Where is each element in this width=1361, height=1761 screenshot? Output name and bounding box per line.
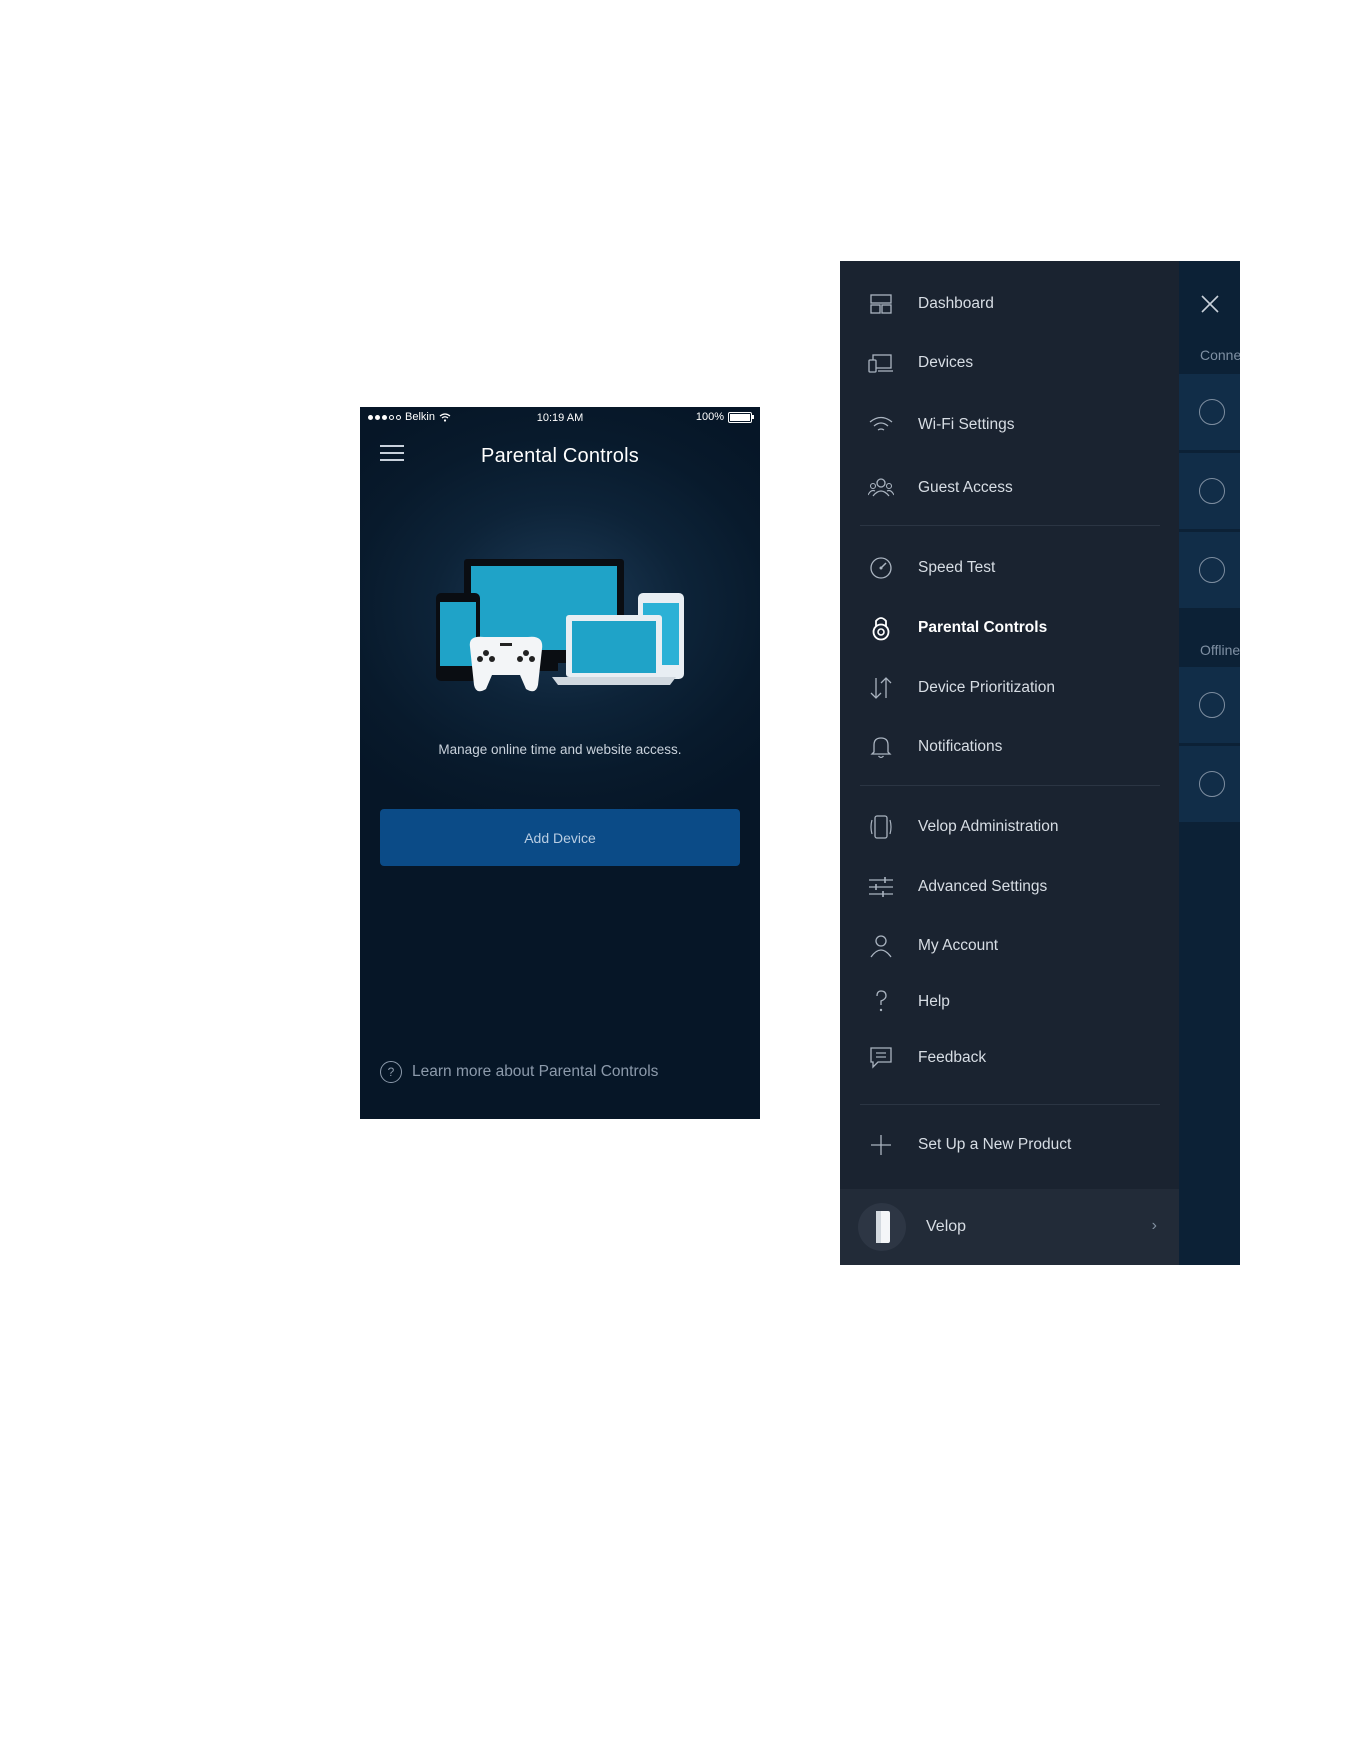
nav-label-set-up-new-product: Set Up a New Product [918,1136,1072,1153]
device-circle-icon [1199,692,1225,718]
wifi-icon [869,416,893,431]
product-label: Velop [926,1218,967,1235]
battery-icon [728,411,754,423]
nav-item-guest-access[interactable]: Guest Access [840,466,1179,510]
nav-label-help: Help [918,993,950,1010]
lock-icon [872,617,890,641]
nav-item-speed-test[interactable]: Speed Test [840,546,1179,590]
user-icon [870,935,892,958]
nav-item-advanced-settings[interactable]: Advanced Settings [840,865,1179,909]
velop-node-icon [876,1211,890,1243]
devices-illustration [436,559,684,692]
question-icon [876,990,887,1012]
nav-label-feedback: Feedback [918,1049,987,1066]
device-circle-icon [1199,399,1225,425]
node-icon [870,815,892,839]
speedometer-icon [870,557,892,579]
nav-label-parental-controls: Parental Controls [918,619,1048,636]
nav-label-dashboard: Dashboard [918,295,994,312]
divider [860,785,1160,786]
add-device-button[interactable]: Add Device [380,809,740,866]
navigation-menu-screen: Dashboard Devices Wi-Fi Settings Guest A… [840,261,1240,1265]
status-right: 100% [695,411,754,423]
nav-label-notifications: Notifications [918,738,1003,755]
offline-section-label: Offline [1200,642,1240,658]
nav-drawer: Dashboard Devices Wi-Fi Settings Guest A… [840,261,1179,1265]
nav-item-notifications[interactable]: Notifications [840,725,1179,769]
nav-item-dashboard[interactable]: Dashboard [840,282,1179,326]
device-row[interactable] [1179,374,1240,452]
nav-label-wifi-settings: Wi-Fi Settings [918,416,1015,433]
nav-label-advanced-settings: Advanced Settings [918,878,1048,895]
device-row[interactable] [1179,532,1240,610]
dashboard-icon [870,294,892,314]
nav-label-speed-test: Speed Test [918,559,996,576]
device-circle-icon [1199,478,1225,504]
device-row[interactable] [1179,667,1240,745]
device-circle-icon [1199,771,1225,797]
nav-item-set-up-new-product[interactable]: Set Up a New Product [840,1123,1179,1167]
divider [860,525,1160,526]
product-selector[interactable]: Velop › [840,1189,1179,1265]
learn-more-label: Learn more about Parental Controls [412,1063,659,1080]
plus-icon [871,1135,891,1155]
nav-item-my-account[interactable]: My Account [840,924,1179,968]
nav-label-devices: Devices [918,354,974,371]
chevron-right-icon: › [1151,1217,1157,1234]
velop-node-avatar [858,1203,906,1251]
nav-item-parental-controls[interactable]: Parental Controls [840,606,1179,650]
nav-item-feedback[interactable]: Feedback [840,1036,1179,1080]
nav-item-velop-administration[interactable]: Velop Administration [840,805,1179,849]
underlying-dashboard: Conne Offline [1179,261,1240,1265]
sliders-icon [869,877,893,897]
nav-item-wifi-settings[interactable]: Wi-Fi Settings [840,403,1179,447]
device-row[interactable] [1179,453,1240,531]
description-text: Manage online time and website access. [438,742,682,757]
learn-more-link[interactable]: ? Learn more about Parental Controls [380,1061,658,1083]
battery-percent: 100% [695,411,724,423]
chat-icon [870,1047,892,1069]
devices-icon [868,354,893,373]
guest-icon [868,478,894,497]
connected-section-label: Conne [1200,347,1240,363]
bell-icon [870,737,892,759]
parental-controls-screen: Belkin 10:19 AM 100% Parental Controls M… [360,407,760,1119]
divider [860,1104,1160,1105]
device-circle-icon [1199,557,1225,583]
close-icon[interactable] [1199,293,1221,315]
nav-label-guest-access: Guest Access [918,479,1013,496]
device-row[interactable] [1179,746,1240,824]
page-title: Parental Controls [481,445,639,467]
nav-item-help[interactable]: Help [840,980,1179,1024]
nav-item-device-prioritization[interactable]: Device Prioritization [840,666,1179,710]
nav-label-device-prioritization: Device Prioritization [918,679,1055,696]
priority-arrows-icon [870,677,892,699]
status-bar: Belkin 10:19 AM 100% [360,407,760,429]
nav-label-my-account: My Account [918,937,999,954]
help-circle-icon: ? [380,1061,402,1083]
nav-label-velop-administration: Velop Administration [918,818,1059,835]
nav-item-devices[interactable]: Devices [840,341,1179,385]
